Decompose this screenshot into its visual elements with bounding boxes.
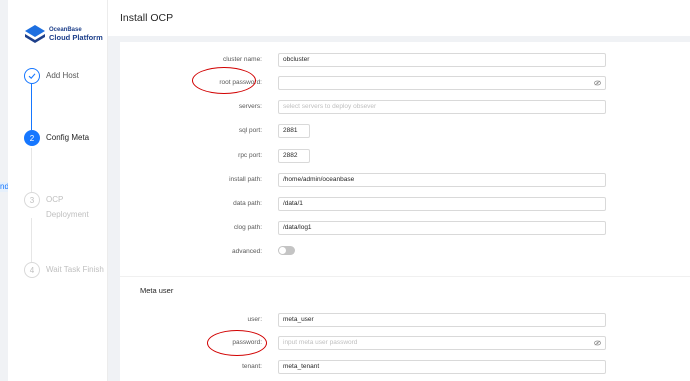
step-number: 3 — [24, 192, 40, 208]
tenant-label: tenant: — [242, 363, 262, 370]
servers-select[interactable]: select servers to deploy obsever — [278, 100, 606, 114]
row-rpc-port: rpc port: 2882 — [120, 149, 690, 163]
data-path-input[interactable]: /data/1 — [278, 197, 606, 211]
toggle-knob — [279, 247, 286, 254]
logo-brand: OceanBase — [49, 26, 82, 33]
meta-password-input[interactable]: input meta user password — [278, 336, 606, 350]
row-tenant: tenant: meta_tenant — [120, 360, 690, 374]
clog-path-input[interactable]: /data/log1 — [278, 221, 606, 235]
meta-user-input[interactable]: meta_user — [278, 313, 606, 327]
advanced-toggle[interactable] — [278, 246, 295, 255]
row-advanced: advanced: — [120, 245, 690, 259]
page-header: Install OCP — [108, 0, 690, 36]
cluster-name-label: cluster name: — [222, 56, 262, 63]
meta-user-section-title: Meta user — [140, 286, 174, 295]
section-divider — [120, 276, 690, 277]
logo: OceanBase Cloud Platform — [24, 24, 103, 44]
clog-path-label: clog path: — [233, 224, 262, 231]
row-sql-port: sql port: 2881 — [120, 124, 690, 138]
advanced-label: advanced: — [232, 248, 262, 255]
step-connector — [31, 84, 32, 130]
row-cluster-name: cluster name: obcluster — [120, 53, 690, 67]
step-label: OCP Deployment — [46, 195, 89, 219]
logo-product: Cloud Platform — [49, 32, 103, 42]
row-data-path: data path: /data/1 — [120, 197, 690, 211]
install-path-input[interactable]: /home/admin/oceanbase — [278, 173, 606, 187]
check-icon — [28, 73, 36, 79]
sidebar: OceanBase Cloud Platform Add Host 2 Conf… — [8, 0, 108, 381]
row-meta-user: user: meta_user — [120, 313, 690, 327]
step-wait-task-finish[interactable]: 4 Wait Task Finish — [24, 262, 104, 278]
meta-password-placeholder: input meta user password — [283, 339, 358, 346]
row-meta-password: password: input meta user password — [120, 336, 690, 350]
row-root-password: root password: — [120, 76, 690, 90]
step-number: 2 — [24, 130, 40, 146]
page-title: Install OCP — [120, 12, 174, 24]
edge-tab-label: nd — [0, 182, 8, 191]
step-done-marker — [24, 68, 40, 84]
servers-label: servers: — [238, 103, 262, 110]
rpc-port-label: rpc port: — [238, 152, 262, 159]
root-password-label: root password: — [219, 79, 262, 86]
install-path-label: install path: — [229, 176, 262, 183]
rpc-port-input[interactable]: 2882 — [278, 149, 310, 163]
step-config-meta[interactable]: 2 Config Meta — [24, 130, 89, 146]
step-connector — [31, 148, 32, 192]
sql-port-input[interactable]: 2881 — [278, 124, 310, 138]
meta-user-label: user: — [247, 316, 262, 323]
data-path-label: data path: — [233, 200, 262, 207]
step-number: 4 — [24, 262, 40, 278]
root-password-input[interactable] — [278, 76, 606, 90]
row-clog-path: clog path: /data/log1 — [120, 221, 690, 235]
cluster-name-input[interactable]: obcluster — [278, 53, 606, 67]
step-label: Wait Task Finish — [46, 265, 104, 274]
eye-icon[interactable] — [594, 340, 601, 346]
meta-password-label: password: — [232, 339, 262, 346]
row-install-path: install path: /home/admin/oceanbase — [120, 173, 690, 187]
step-label: Add Host — [46, 71, 79, 80]
oceanbase-logo-icon — [25, 25, 45, 43]
row-servers: servers: select servers to deploy obseve… — [120, 100, 690, 114]
config-form: cluster name: obcluster root password: s… — [120, 42, 690, 381]
step-ocp-deployment[interactable]: 3 OCP Deployment — [24, 192, 96, 222]
step-label: Config Meta — [46, 133, 90, 142]
step-add-host[interactable]: Add Host — [24, 68, 79, 84]
sql-port-label: sql port: — [238, 127, 262, 134]
edge-tab[interactable]: nd — [0, 182, 8, 192]
tenant-input[interactable]: meta_tenant — [278, 360, 606, 374]
app-window: nd OceanBase Cloud Platform Add Host 2 C… — [0, 0, 690, 381]
eye-icon[interactable] — [594, 80, 601, 86]
step-connector — [31, 218, 32, 262]
